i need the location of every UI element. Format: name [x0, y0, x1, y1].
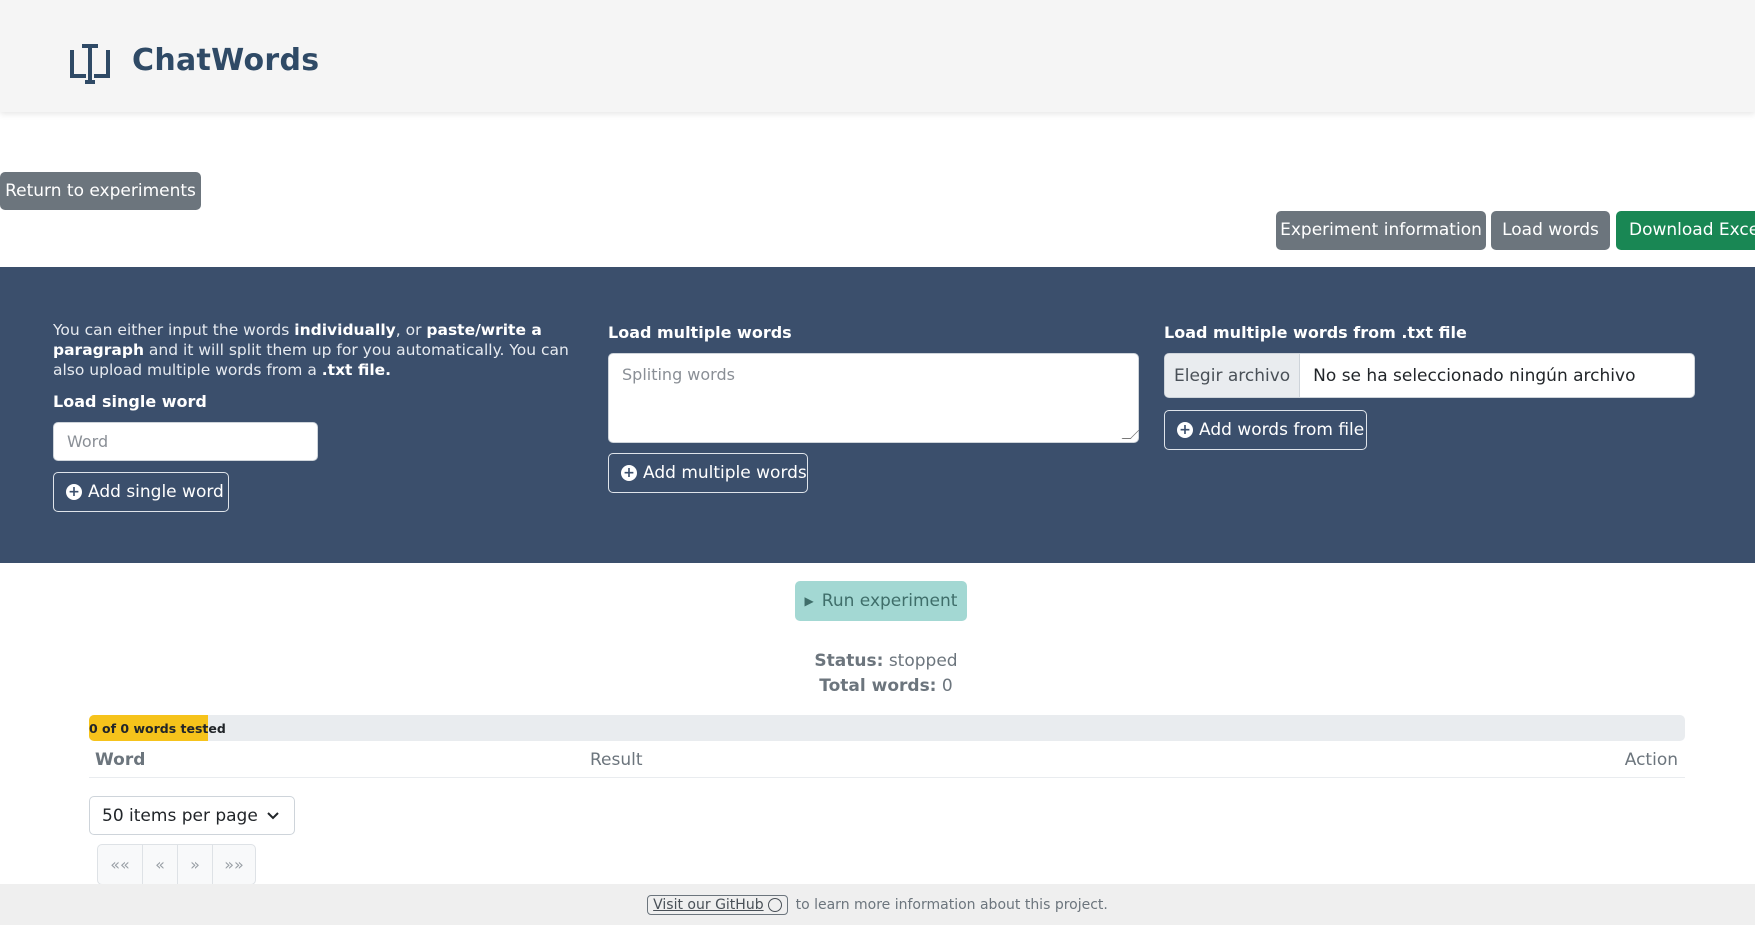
first-page-button[interactable]: ««	[98, 845, 143, 884]
next-page-button[interactable]: »	[178, 845, 213, 884]
resize-grip-icon[interactable]	[1121, 430, 1140, 439]
experiment-information-button[interactable]: Experiment information	[1276, 211, 1486, 250]
progress-bar: 0 of 0 words tested	[89, 715, 226, 741]
load-words-button[interactable]: Load words	[1491, 211, 1610, 250]
file-status-text: No se ha seleccionado ningún archivo	[1313, 365, 1636, 386]
status-value: stopped	[888, 651, 958, 671]
github-link-label: Visit our GitHub	[653, 896, 764, 913]
last-page-button[interactable]: »»	[213, 845, 255, 884]
github-link[interactable]: Visit our GitHub	[647, 894, 788, 915]
multiple-words-label: Load multiple words	[608, 323, 792, 342]
plus-circle-icon: +	[66, 484, 82, 500]
column-header-action: Action	[1624, 750, 1678, 770]
pagination: «« « » »»	[97, 844, 256, 885]
status-label: Status:	[814, 651, 884, 671]
footer-text: to learn more information about this pro…	[795, 896, 1108, 913]
file-input[interactable]: Elegir archivo No se ha seleccionado nin…	[1164, 353, 1695, 398]
play-icon: ▶	[804, 594, 814, 608]
chevron-down-icon	[267, 812, 279, 820]
choose-file-button[interactable]: Elegir archivo	[1165, 354, 1301, 397]
total-words-label: Total words:	[819, 676, 937, 696]
add-multiple-words-label: Add multiple words	[643, 462, 807, 483]
column-header-result: Result	[590, 750, 643, 770]
add-single-word-label: Add single word	[88, 481, 224, 502]
progress-bar-track: 0 of 0 words tested	[89, 715, 1685, 741]
single-word-label: Load single word	[53, 392, 207, 411]
add-words-from-file-button[interactable]: + Add words from file	[1164, 410, 1367, 450]
plus-circle-icon: +	[1177, 422, 1193, 438]
items-per-page-value: 50 items per page	[102, 805, 258, 826]
loader-intro-text: You can either input the words individua…	[53, 321, 569, 379]
items-per-page-select[interactable]: 50 items per page	[89, 796, 295, 835]
multiple-words-textarea[interactable]: Spliting words	[608, 353, 1140, 443]
add-words-from-file-label: Add words from file	[1199, 419, 1365, 440]
run-experiment-button[interactable]: ▶ Run experiment	[795, 581, 967, 621]
brand-name[interactable]: ChatWords	[132, 43, 319, 78]
total-words-line: Total words: 0	[0, 676, 1755, 696]
navbar: ChatWords	[0, 0, 1755, 112]
file-words-label: Load multiple words from .txt file	[1164, 323, 1467, 342]
column-header-word: Word	[95, 750, 146, 770]
download-excel-button[interactable]: Download Excel	[1616, 211, 1755, 250]
previous-page-button[interactable]: «	[143, 845, 178, 884]
word-loader-panel: You can either input the words individua…	[0, 267, 1755, 563]
github-icon	[767, 897, 782, 912]
total-words-value: 0	[941, 676, 953, 696]
add-single-word-button[interactable]: + Add single word	[53, 472, 229, 512]
status-line: Status: stopped	[0, 651, 1755, 671]
add-multiple-words-button[interactable]: + Add multiple words	[608, 453, 808, 493]
table-divider	[89, 777, 1685, 778]
plus-circle-icon: +	[621, 465, 637, 481]
multiple-words-placeholder: Spliting words	[622, 365, 735, 384]
single-word-input[interactable]: Word	[53, 422, 318, 461]
return-to-experiments-button[interactable]: Return to experiments	[0, 172, 201, 210]
brand-logo-icon	[70, 44, 110, 84]
run-experiment-label: Run experiment	[821, 591, 958, 611]
footer: Visit our GitHub to learn more informati…	[0, 884, 1755, 925]
single-word-placeholder: Word	[67, 432, 109, 451]
